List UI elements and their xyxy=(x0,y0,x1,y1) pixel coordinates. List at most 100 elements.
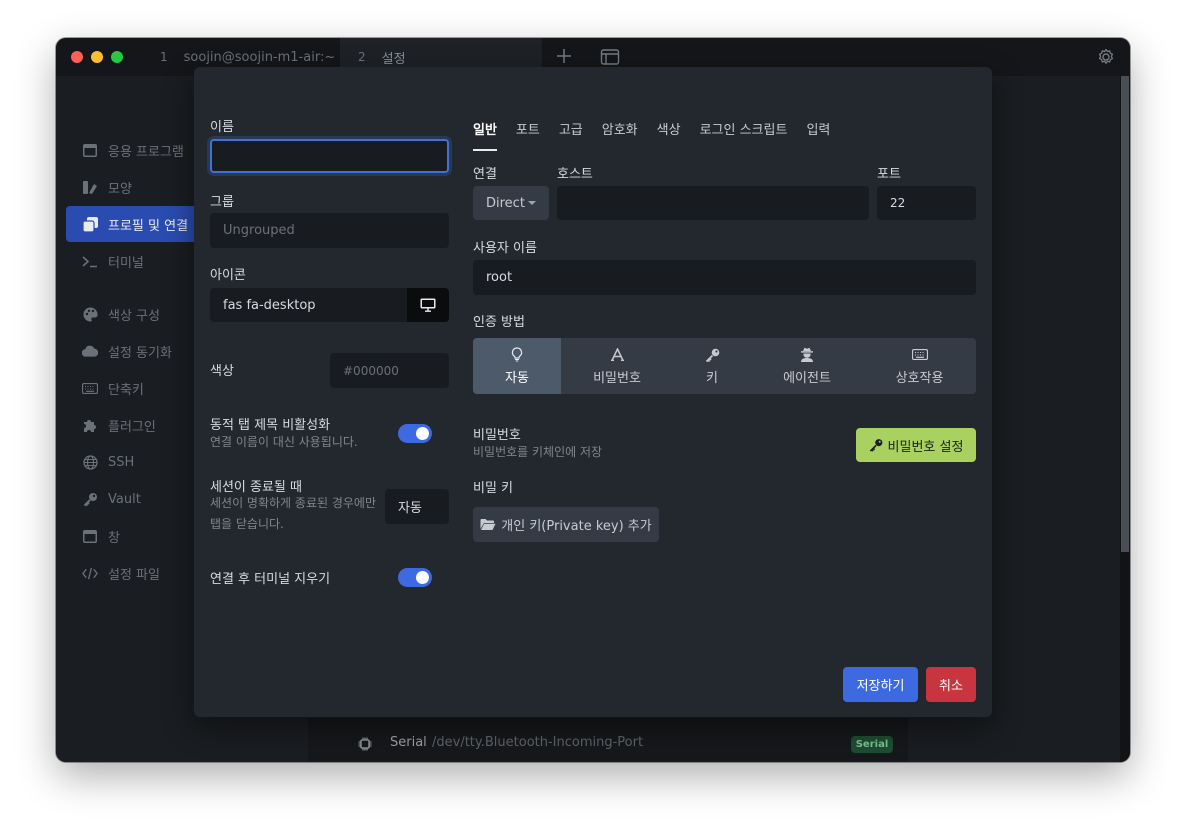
puzzle-icon xyxy=(82,417,98,433)
on-close-description: 세션이 명확하게 종료된 경우에만 탭을 닫습니다. xyxy=(210,496,377,531)
add-private-key-button[interactable]: 개인 키(Private key) 추가 xyxy=(473,507,659,542)
gear-icon[interactable] xyxy=(1096,47,1116,67)
sidebar-item-label: 터미널 xyxy=(108,255,144,271)
maximize-window-button[interactable] xyxy=(111,51,123,63)
set-password-label: 비밀번호 설정 xyxy=(887,439,964,455)
port-input[interactable]: 22 xyxy=(877,186,976,220)
profile-tabs: 일반 포트 고급 암호화 색상 로그인 스크립트 입력 xyxy=(473,119,849,151)
window-icon xyxy=(82,142,98,158)
username-input[interactable]: root xyxy=(473,260,976,295)
font-icon xyxy=(609,347,625,363)
sidebar-item-label: 응용 프로그램 xyxy=(108,144,184,160)
keyboard-icon xyxy=(82,380,98,396)
sidebar-item-label: 프로필 및 연결 xyxy=(108,218,189,234)
folder-open-icon xyxy=(480,518,496,531)
tab-title: 설정 xyxy=(381,51,406,67)
tab-ports[interactable]: 포트 xyxy=(516,119,540,149)
color-label: 색상 xyxy=(210,364,234,379)
sidebar-item-label: 모양 xyxy=(108,181,132,197)
tab-input[interactable]: 입력 xyxy=(806,119,830,149)
auth-key-label: 키 xyxy=(706,370,718,386)
minimize-window-button[interactable] xyxy=(91,51,103,63)
palette-bar-icon xyxy=(82,179,98,195)
password-label: 비밀번호 xyxy=(473,428,521,443)
sidebar-item-label: 플러그인 xyxy=(108,419,156,435)
key-icon xyxy=(869,438,883,452)
host-label: 호스트 xyxy=(557,167,593,182)
connection-mode-value: Direct xyxy=(486,195,525,211)
connection-label: 연결 xyxy=(473,167,497,182)
profile-path: /dev/tty.Bluetooth-Incoming-Port xyxy=(432,735,644,750)
auth-method-group: 자동 비밀번호 키 에이전트 상호작용 xyxy=(473,338,976,394)
profile-name: Serial xyxy=(390,735,427,750)
password-description: 비밀번호를 키체인에 저장 xyxy=(473,445,603,459)
on-close-select[interactable]: 자동 xyxy=(385,489,449,524)
edit-profile-dialog: 이름 그룹 Ungrouped 아이콘 fas fa-desktop 색상 #0… xyxy=(194,67,992,717)
caret-down-icon xyxy=(528,201,536,205)
chip-icon xyxy=(358,736,372,751)
cloud-icon xyxy=(82,343,98,359)
tab-title: soojin@soojin-m1-air:~ xyxy=(183,49,336,65)
clear-terminal-toggle[interactable] xyxy=(398,568,432,587)
tab-colors[interactable]: 색상 xyxy=(657,119,681,149)
window-icon[interactable] xyxy=(600,48,620,66)
globe-icon xyxy=(82,454,98,470)
auth-agent-button[interactable]: 에이전트 xyxy=(751,338,863,394)
tab-general[interactable]: 일반 xyxy=(473,119,497,151)
color-input[interactable]: #000000 xyxy=(330,353,449,388)
sidebar-item-label: 단축키 xyxy=(108,382,144,398)
auth-auto-button[interactable]: 자동 xyxy=(473,338,561,394)
lightbulb-icon xyxy=(509,347,525,363)
auth-password-label: 비밀번호 xyxy=(593,370,641,386)
auth-agent-label: 에이전트 xyxy=(783,370,831,386)
group-label: 그룹 xyxy=(210,195,234,210)
copy-icon xyxy=(82,216,98,232)
auth-interactive-button[interactable]: 상호작용 xyxy=(863,338,976,394)
tab-advanced[interactable]: 고급 xyxy=(559,119,583,149)
code-icon xyxy=(82,565,98,581)
window-icon xyxy=(82,528,98,544)
username-label: 사용자 이름 xyxy=(473,241,537,256)
group-input[interactable]: Ungrouped xyxy=(210,213,449,248)
dynamic-title-toggle[interactable] xyxy=(398,424,432,443)
auth-auto-label: 자동 xyxy=(505,370,529,386)
icon-label: 아이콘 xyxy=(210,268,246,283)
private-key-label: 비밀 키 xyxy=(473,481,514,496)
auth-password-button[interactable]: 비밀번호 xyxy=(561,338,673,394)
cancel-button[interactable]: 취소 xyxy=(926,667,976,702)
plus-icon[interactable] xyxy=(554,46,574,66)
terminal-icon xyxy=(82,253,98,269)
name-input[interactable] xyxy=(210,139,449,173)
host-input[interactable] xyxy=(557,186,869,220)
port-label: 포트 xyxy=(877,167,901,182)
name-label: 이름 xyxy=(210,120,234,135)
close-window-button[interactable] xyxy=(71,51,83,63)
keyboard-icon xyxy=(911,347,928,363)
tab-number: 2 xyxy=(358,50,366,64)
palette-icon xyxy=(82,306,98,322)
user-secret-icon xyxy=(799,347,815,363)
sidebar-item-label: Vault xyxy=(108,491,141,507)
add-private-key-label: 개인 키(Private key) 추가 xyxy=(501,519,652,534)
scrollbar-thumb[interactable] xyxy=(1121,76,1129,552)
key-icon xyxy=(82,491,98,507)
sidebar-item-label: SSH xyxy=(108,454,135,470)
connection-mode-dropdown[interactable]: Direct xyxy=(473,186,549,220)
tab-ciphers[interactable]: 암호화 xyxy=(602,119,638,149)
key-icon xyxy=(704,347,720,363)
auth-key-button[interactable]: 키 xyxy=(673,338,751,394)
save-button[interactable]: 저장하기 xyxy=(843,667,918,702)
icon-input[interactable]: fas fa-desktop xyxy=(210,288,407,322)
dynamic-title-label: 동적 탭 제목 비활성화 xyxy=(210,418,331,433)
auth-method-label: 인증 방법 xyxy=(473,315,525,330)
sidebar-item-label: 색상 구성 xyxy=(108,308,160,324)
sidebar-item-label: 창 xyxy=(108,530,120,546)
clear-terminal-label: 연결 후 터미널 지우기 xyxy=(210,572,331,587)
set-password-button[interactable]: 비밀번호 설정 xyxy=(856,428,976,462)
auth-interactive-label: 상호작용 xyxy=(895,370,944,386)
desktop-icon[interactable] xyxy=(407,288,449,322)
tab-login-scripts[interactable]: 로그인 스크립트 xyxy=(700,119,788,149)
tab-number: 1 xyxy=(160,50,168,64)
sidebar-item-label: 설정 파일 xyxy=(108,567,160,583)
dynamic-title-description: 연결 이름이 대신 사용됩니다. xyxy=(210,435,358,449)
